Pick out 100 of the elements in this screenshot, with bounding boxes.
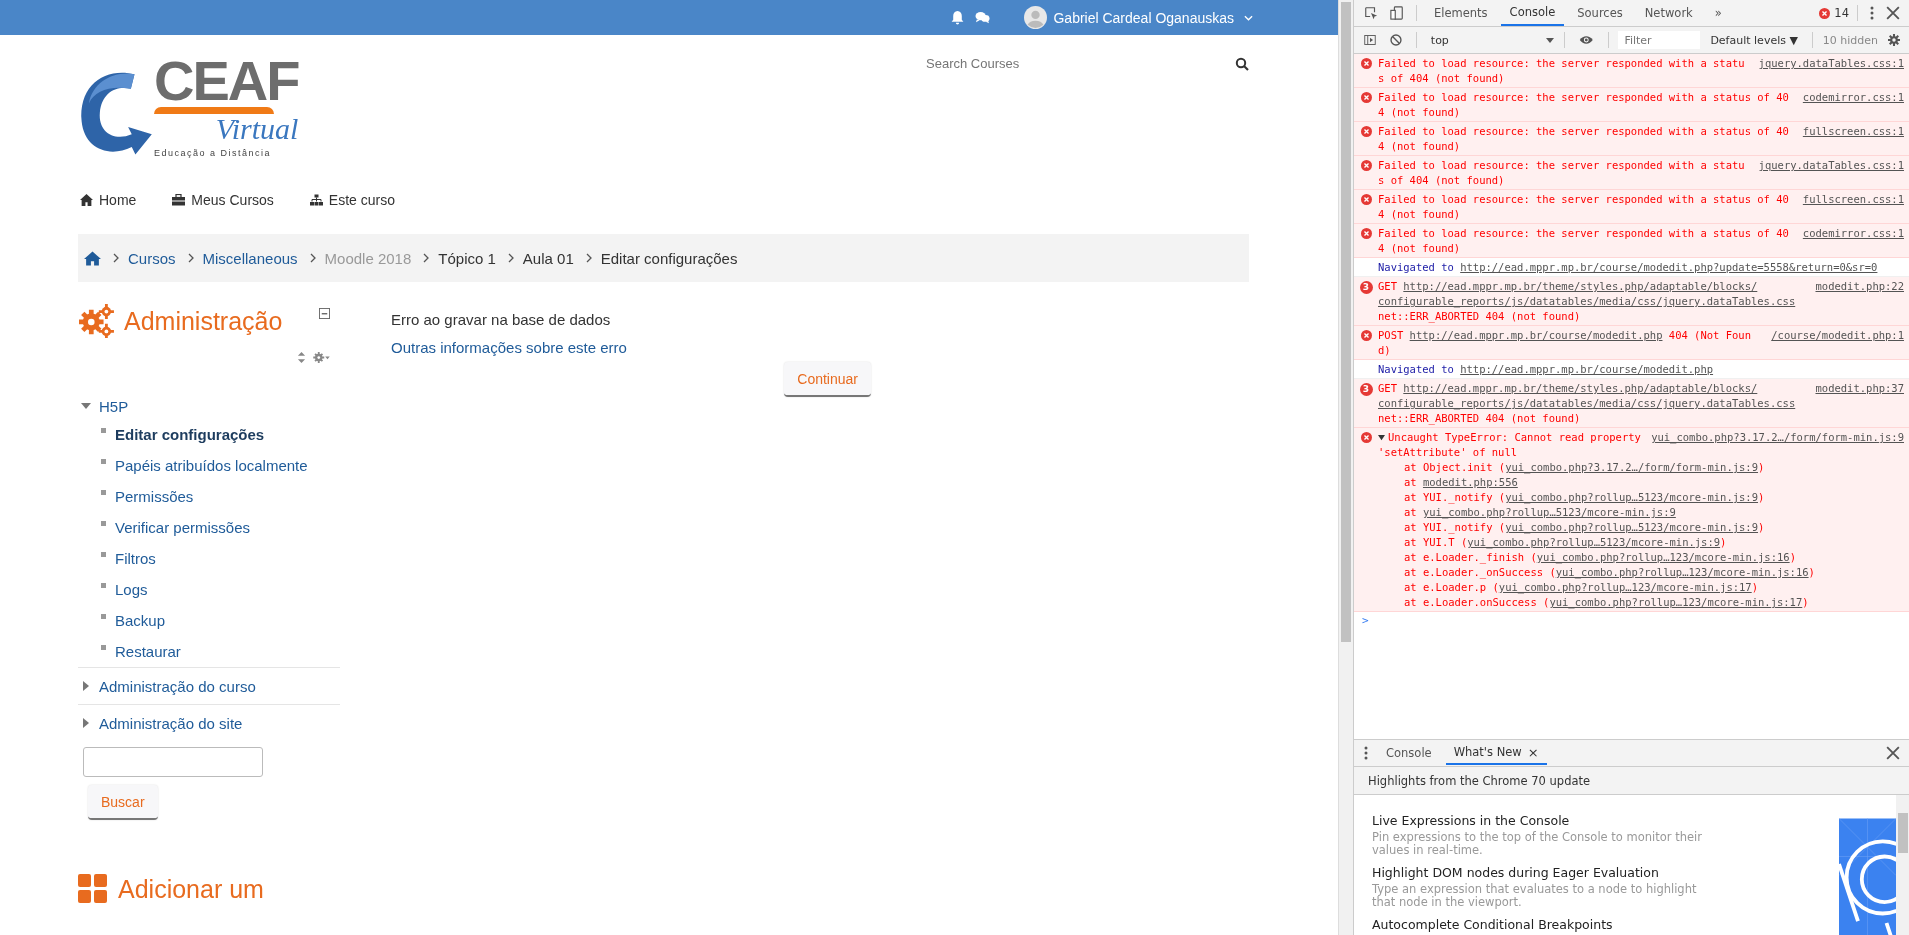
logo-title: CEAF [154,57,299,105]
user-menu[interactable]: Gabriel Cardeal Oganauskas [1024,6,1253,29]
source-link[interactable]: codemirror.css:1 [1802,90,1904,105]
bell-icon[interactable] [950,10,966,25]
tree-item[interactable]: Restaurar [115,643,181,660]
url-link[interactable]: http://ead.mppr.mp.br/course/modedit.php?update=5558&return=0&sr=0 [1460,260,1878,275]
url-link[interactable]: yui_combo.php?rollup…123/mcore-min.js:17 [1498,581,1752,593]
tree-node[interactable]: H5P [78,393,340,419]
article-title[interactable]: Live Expressions in the Console [1372,813,1839,828]
gear-menu-icon[interactable] [313,352,330,363]
device-icon[interactable] [1390,6,1404,20]
console-prompt[interactable]: > [1354,612,1909,629]
move-icon[interactable] [297,352,306,363]
source-link[interactable]: /course/modedit.php:1 [1771,328,1904,343]
url-link[interactable]: yui_combo.php?rollup…123/mcore-min.js:16 [1536,551,1790,563]
search-icon[interactable] [1235,56,1249,71]
log-levels-dropdown[interactable]: Default levels ▼ [1706,33,1802,47]
url-link[interactable]: http://ead.mppr.mp.br/course/modedit.php [1409,328,1663,343]
url-link[interactable]: modedit.php:556 [1422,476,1518,488]
source-link[interactable]: jquery.dataTables.css:1 [1758,56,1904,71]
stack-frame: at YUI.T (yui_combo.php?rollup…5123/mcore-min.js:9) [1378,535,1904,550]
source-link[interactable]: fullscreen.css:1 [1802,192,1904,207]
nav-link[interactable]: Home [80,192,137,208]
briefcase-icon [172,194,186,206]
url-link[interactable]: http://ead.mppr.mp.br/theme/styles.php/adaptable/blocks/ [1403,279,1758,294]
url-link[interactable]: yui_combo.php?3.17.2…/form/form-min.js:9 [1505,461,1759,473]
console-message: Failed to load resource: the server responded with a status of 404 (not found) [1378,90,1790,120]
url-link[interactable]: yui_combo.php?rollup…5123/mcore-min.js:9 [1467,536,1721,548]
clear-console-icon[interactable] [1390,33,1402,47]
tree-item[interactable]: Backup [115,612,166,629]
tree-item[interactable]: Logs [115,581,148,598]
chat-icon[interactable] [975,10,991,25]
tree-item[interactable]: Papéis atribuídos localmente [115,457,308,474]
stack-frame: at YUI._notify (yui_combo.php?rollup…5123/mcore-min.js:9) [1378,520,1904,535]
stack-frame: at e.Loader.onSuccess (yui_combo.php?rollup…123/mcore-min.js:17) [1378,595,1904,610]
article-title[interactable]: Autocomplete Conditional Breakpoints [1372,917,1839,932]
devtools-tab[interactable]: Elements [1425,0,1497,26]
url-link[interactable]: configurable_reports/js/datatables/media/css/jquery.dataTables.css [1378,294,1796,309]
triangle-down-icon[interactable] [1378,434,1385,441]
source-link[interactable]: yui_combo.php?3.17.2…/form/form-min.js:9 [1651,430,1904,445]
sidebar-toggle-icon[interactable] [1364,33,1376,47]
avatar-icon [1024,6,1048,29]
tree-item[interactable]: Filtros [115,550,156,567]
source-link[interactable]: fullscreen.css:1 [1802,124,1904,139]
nav-link[interactable]: Meus Cursos [172,192,274,208]
tree-item[interactable]: Permissões [115,488,194,505]
devtools-tab[interactable]: Console [1500,0,1565,26]
url-link[interactable]: yui_combo.php?rollup…123/mcore-min.js:16 [1555,566,1809,578]
source-link[interactable]: modedit.php:37 [1815,381,1904,396]
tree-item[interactable]: Verificar permissões [115,519,251,536]
breadcrumb-link[interactable]: Aula 01 [522,249,574,267]
url-link[interactable]: http://ead.mppr.mp.br/theme/styles.php/adaptable/blocks/ [1403,381,1758,396]
devtools-tab[interactable]: Sources [1568,0,1632,26]
kebab-menu-icon[interactable] [1364,746,1368,760]
tree-item[interactable]: Editar configurações [115,426,265,443]
repeat-count-badge: 3 [1359,383,1373,396]
kebab-menu-icon[interactable] [1870,6,1874,20]
drawer-tab[interactable]: Console [1378,741,1440,765]
nav-link[interactable]: Este curso [309,192,395,208]
source-link[interactable]: codemirror.css:1 [1802,226,1904,241]
url-link[interactable]: http://ead.mppr.mp.br/course/modedit.php [1460,362,1714,377]
console-message: Failed to load resource: the server responded with a status of 404 (not found) [1378,56,1746,86]
scrollbar[interactable] [1338,0,1353,935]
tree-node[interactable]: Administração do curso [78,668,340,704]
url-link[interactable]: configurable_reports/js/datatables/media/css/jquery.dataTables.css [1378,396,1796,411]
source-link[interactable]: modedit.php:22 [1815,279,1904,294]
bullet-icon [101,490,106,495]
inspect-icon[interactable] [1364,6,1378,20]
error-counter[interactable]: 14 [1819,6,1849,20]
url-link[interactable]: yui_combo.php?rollup…5123/mcore-min.js:9 [1422,506,1676,518]
error-icon [1360,58,1372,69]
stack-frame: at e.Loader._finish (yui_combo.php?rollup…123/mcore-min.js:16) [1378,550,1904,565]
search-input[interactable] [83,747,263,777]
more-tabs-button[interactable]: » [1705,0,1731,26]
url-link[interactable]: yui_combo.php?rollup…123/mcore-min.js:17 [1549,596,1803,608]
settings-icon[interactable] [1888,33,1900,47]
collapse-icon[interactable] [319,308,330,319]
sitemap-icon [309,194,323,206]
breadcrumb-link[interactable]: Miscellaneous [202,249,298,267]
url-link[interactable]: yui_combo.php?rollup…5123/mcore-min.js:9 [1505,491,1759,503]
url-link[interactable]: yui_combo.php?rollup…5123/mcore-min.js:9 [1505,521,1759,533]
article-title[interactable]: Highlight DOM nodes during Eager Evaluation [1372,865,1839,880]
drawer-tab[interactable]: What's New × [1445,741,1547,765]
tree-node[interactable]: Administração do site [78,705,340,741]
breadcrumb-link[interactable]: Editar configurações [600,249,738,267]
eye-icon[interactable] [1578,33,1594,47]
error-details-link[interactable]: Outras informações sobre este erro [391,339,871,356]
source-link[interactable]: jquery.dataTables.css:1 [1758,158,1904,173]
breadcrumb-link[interactable]: Tópico 1 [438,249,496,267]
logo[interactable]: CEAF Virtual Educação a Distância [78,47,299,160]
breadcrumb-link[interactable]: Cursos [128,249,176,267]
error-message: Erro ao gravar na base de dados [391,311,612,328]
home-icon[interactable] [84,250,101,266]
filter-field[interactable]: Filter [1618,31,1701,49]
devtools-tab[interactable]: Network [1635,0,1702,26]
close-icon[interactable] [1886,6,1900,20]
context-dropdown[interactable]: top [1426,33,1555,47]
chevron-right-icon [113,253,119,263]
close-icon[interactable] [1886,746,1900,760]
scrollbar[interactable] [1896,795,1909,935]
